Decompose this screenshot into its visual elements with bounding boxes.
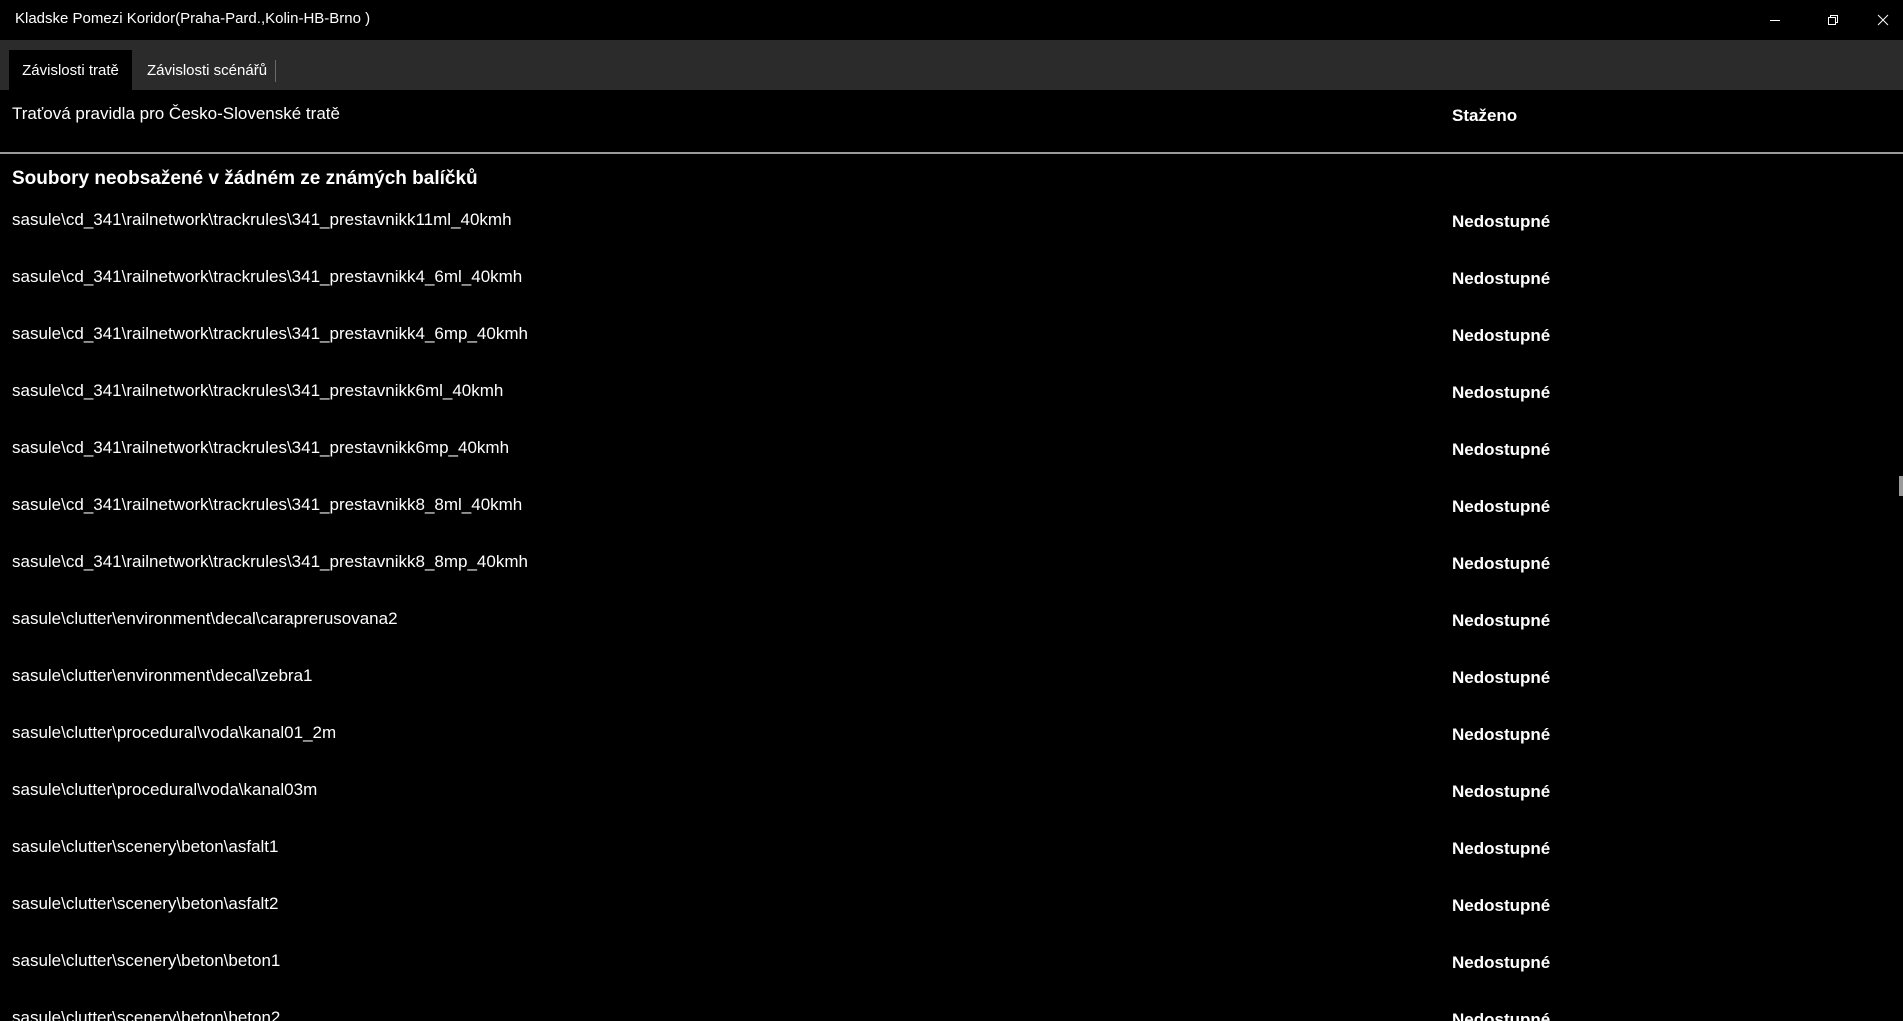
- file-status: Nedostupné: [1452, 782, 1551, 801]
- file-status: Nedostupné: [1452, 212, 1551, 231]
- tab-separator: [275, 60, 276, 82]
- list-item: sasule\clutter\environment\decal\carapre…: [0, 609, 1895, 666]
- file-status: Nedostupné: [1452, 326, 1551, 345]
- file-status: Nedostupné: [1452, 668, 1551, 687]
- close-button[interactable]: [1862, 0, 1903, 40]
- file-status: Nedostupné: [1452, 383, 1551, 402]
- file-status: Nedostupné: [1452, 953, 1551, 972]
- file-path: sasule\cd_341\railnetwork\trackrules\341…: [12, 381, 504, 400]
- file-status: Nedostupné: [1452, 1010, 1551, 1021]
- restore-icon: [1828, 15, 1838, 25]
- file-path: sasule\cd_341\railnetwork\trackrules\341…: [12, 438, 510, 457]
- close-icon: [1877, 14, 1888, 26]
- file-status: Nedostupné: [1452, 440, 1551, 459]
- file-status: Nedostupné: [1452, 554, 1551, 573]
- file-path: sasule\clutter\environment\decal\carapre…: [12, 609, 398, 628]
- list-item: sasule\clutter\scenery\beton\asfalt2 Ned…: [0, 894, 1895, 951]
- file-path: sasule\clutter\procedural\voda\kanal01_2…: [12, 723, 337, 742]
- file-path: sasule\cd_341\railnetwork\trackrules\341…: [12, 495, 523, 514]
- section-heading: Soubory neobsažené v žádném ze známých b…: [12, 168, 478, 189]
- scrollbar-thumb[interactable]: [1899, 476, 1903, 496]
- list-item: sasule\clutter\scenery\beton\beton1 Nedo…: [0, 951, 1895, 1008]
- app-window: Kladske Pomezi Koridor(Praha-Pard.,Kolin…: [0, 0, 1903, 1021]
- list-item: sasule\cd_341\railnetwork\trackrules\341…: [0, 495, 1895, 552]
- file-path: sasule\cd_341\railnetwork\trackrules\341…: [12, 552, 528, 571]
- file-status: Nedostupné: [1452, 896, 1551, 915]
- window-title: Kladske Pomezi Koridor(Praha-Pard.,Kolin…: [15, 10, 371, 27]
- list-item: sasule\cd_341\railnetwork\trackrules\341…: [0, 438, 1895, 495]
- file-status: Nedostupné: [1452, 269, 1551, 288]
- file-status: Nedostupné: [1452, 497, 1551, 516]
- list-item: sasule\cd_341\railnetwork\trackrules\341…: [0, 552, 1895, 609]
- list-item: sasule\cd_341\railnetwork\trackrules\341…: [0, 210, 1895, 267]
- list-item: sasule\cd_341\railnetwork\trackrules\341…: [0, 324, 1895, 381]
- file-path: sasule\clutter\procedural\voda\kanal03m: [12, 780, 318, 799]
- list-item: sasule\clutter\procedural\voda\kanal03m …: [0, 780, 1895, 837]
- file-path: sasule\cd_341\railnetwork\trackrules\341…: [12, 324, 528, 343]
- top-item-status: Staženo: [1452, 106, 1518, 125]
- file-status: Nedostupné: [1452, 725, 1551, 744]
- list-item: sasule\clutter\scenery\beton\asfalt1 Ned…: [0, 837, 1895, 894]
- title-bar[interactable]: Kladske Pomezi Koridor(Praha-Pard.,Kolin…: [0, 0, 1903, 40]
- file-path: sasule\clutter\scenery\beton\beton2: [12, 1008, 281, 1021]
- minimize-button[interactable]: [1746, 0, 1804, 40]
- file-path: sasule\cd_341\railnetwork\trackrules\341…: [12, 210, 512, 229]
- dependencies-content: Traťová pravidla pro Česko-Slovenské tra…: [0, 90, 1903, 1021]
- restore-button[interactable]: [1804, 0, 1862, 40]
- top-item-name: Traťová pravidla pro Česko-Slovenské tra…: [12, 104, 340, 123]
- list-item: sasule\cd_341\railnetwork\trackrules\341…: [0, 267, 1895, 324]
- minimize-icon: [1770, 20, 1780, 21]
- tab-track-dependencies[interactable]: Závislosti tratě: [9, 50, 132, 90]
- file-path: sasule\clutter\scenery\beton\asfalt1: [12, 837, 279, 856]
- list-item: sasule\clutter\procedural\voda\kanal01_2…: [0, 723, 1895, 780]
- file-path: sasule\clutter\scenery\beton\asfalt2: [12, 894, 279, 913]
- file-path: sasule\clutter\environment\decal\zebra1: [12, 666, 313, 685]
- file-status: Nedostupné: [1452, 611, 1551, 630]
- list-item: sasule\clutter\environment\decal\zebra1 …: [0, 666, 1895, 723]
- tab-scenario-dependencies[interactable]: Závislosti scénářů: [133, 50, 281, 90]
- file-status: Nedostupné: [1452, 839, 1551, 858]
- file-path: sasule\cd_341\railnetwork\trackrules\341…: [12, 267, 523, 286]
- section-divider: [0, 152, 1903, 154]
- file-list[interactable]: sasule\cd_341\railnetwork\trackrules\341…: [0, 210, 1895, 1021]
- list-item: sasule\clutter\scenery\beton\beton2 Nedo…: [0, 1008, 1895, 1021]
- list-item: sasule\cd_341\railnetwork\trackrules\341…: [0, 381, 1895, 438]
- file-path: sasule\clutter\scenery\beton\beton1: [12, 951, 281, 970]
- tab-bar: Závislosti tratě Závislosti scénářů: [0, 40, 1903, 90]
